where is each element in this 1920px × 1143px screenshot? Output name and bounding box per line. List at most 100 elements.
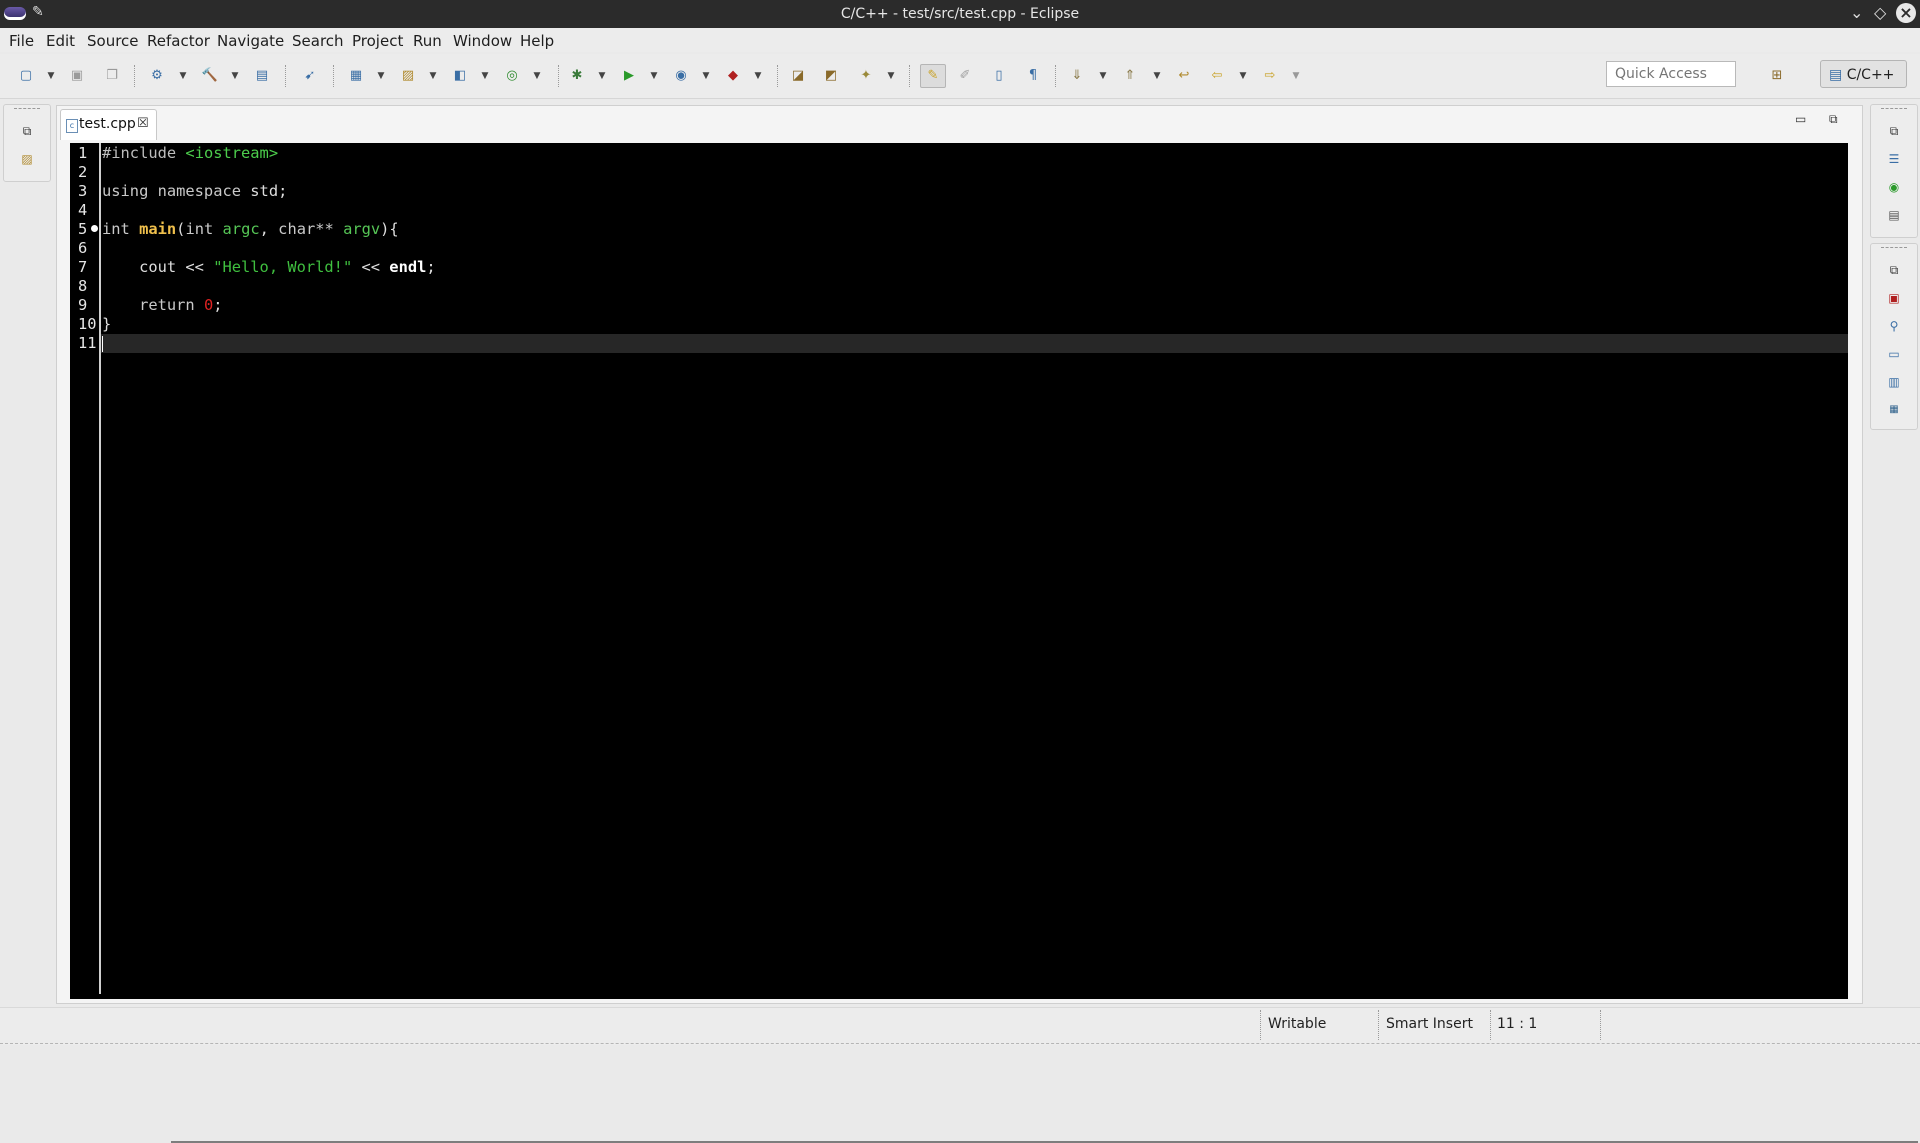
previous-annotation-icon[interactable]: ⇑ bbox=[1121, 68, 1139, 84]
debug-launch-icon[interactable]: ➹ bbox=[301, 68, 319, 84]
fold-marker-icon[interactable] bbox=[91, 225, 98, 232]
status-divider bbox=[1490, 1010, 1491, 1040]
toolbar-separator bbox=[558, 65, 559, 87]
build-all-icon[interactable]: ▤ bbox=[253, 68, 271, 84]
search-view-icon[interactable]: ⚲ bbox=[1886, 318, 1902, 334]
menu-source[interactable]: Source bbox=[87, 32, 139, 50]
menu-search[interactable]: Search bbox=[292, 32, 344, 50]
new-file-dropdown-icon[interactable]: ▼ bbox=[532, 68, 542, 84]
line-number: 11 bbox=[78, 334, 97, 352]
right-trim-stack-top: ⧉ ☰ ◉ ▤ bbox=[1870, 104, 1918, 238]
window-titlebar: ✎ C/C++ - test/src/test.cpp - Eclipse ⌄ … bbox=[0, 0, 1920, 28]
menu-edit[interactable]: Edit bbox=[46, 32, 75, 50]
menu-run[interactable]: Run bbox=[413, 32, 442, 50]
save-icon[interactable]: ▣ bbox=[68, 68, 86, 84]
minimize-icon[interactable]: ⌄ bbox=[1850, 3, 1863, 23]
status-writable: Writable bbox=[1268, 1016, 1327, 1032]
build-config-dropdown-icon[interactable]: ▼ bbox=[178, 68, 188, 84]
problems-icon[interactable]: ▣ bbox=[1886, 290, 1902, 306]
text-cursor bbox=[102, 336, 103, 352]
debug-icon[interactable]: ✱ bbox=[568, 68, 586, 84]
menu-help[interactable]: Help bbox=[520, 32, 554, 50]
code-text: using namespace std; bbox=[102, 182, 288, 200]
make-target-icon[interactable]: ◉ bbox=[1886, 179, 1902, 195]
new-folder-icon[interactable]: ▨ bbox=[399, 68, 417, 84]
run-icon[interactable]: ▶ bbox=[620, 68, 638, 84]
menu-project[interactable]: Project bbox=[352, 32, 403, 50]
show-whitespace-icon[interactable]: ¶ bbox=[1024, 68, 1042, 84]
debug-dropdown-icon[interactable]: ▼ bbox=[597, 68, 607, 84]
build-dropdown-icon[interactable]: ▼ bbox=[230, 68, 240, 84]
line-number: 3 bbox=[78, 182, 88, 200]
new-icon[interactable]: ▢ bbox=[17, 68, 35, 84]
close-icon[interactable]: × bbox=[1896, 3, 1916, 23]
menu-refactor[interactable]: Refactor bbox=[147, 32, 210, 50]
current-line-highlight bbox=[101, 334, 1848, 353]
window-title: C/C++ - test/src/test.cpp - Eclipse bbox=[840, 6, 1080, 22]
project-explorer-icon[interactable]: ▨ bbox=[19, 151, 35, 167]
back-icon[interactable]: ⇦ bbox=[1208, 68, 1226, 84]
console-icon[interactable]: ▭ bbox=[1886, 346, 1902, 362]
maximize-editor-icon[interactable]: ⧉ bbox=[1829, 112, 1838, 127]
build-hammer-icon[interactable]: 🔨 bbox=[201, 68, 219, 84]
new-file-icon[interactable]: ◎ bbox=[503, 68, 521, 84]
new-cpp-project-icon[interactable]: ▦ bbox=[347, 68, 365, 84]
memory-icon[interactable]: ▦ bbox=[1886, 402, 1902, 418]
menu-file[interactable]: File bbox=[9, 32, 34, 50]
back-dropdown-icon[interactable]: ▼ bbox=[1238, 68, 1248, 84]
search-dropdown-icon[interactable]: ▼ bbox=[886, 68, 896, 84]
minimize-editor-icon[interactable]: ▭ bbox=[1795, 112, 1806, 126]
code-editor[interactable]: 1 #include <iostream> 2 3 using namespace st… bbox=[70, 143, 1918, 1143]
restore-icon[interactable]: ⧉ bbox=[1886, 262, 1902, 278]
highlight-toggle-icon[interactable]: ✎ bbox=[920, 64, 946, 88]
line-number: 10 bbox=[78, 315, 97, 333]
coverage-dropdown-icon[interactable]: ▼ bbox=[701, 68, 711, 84]
new-class-icon[interactable]: ◧ bbox=[451, 68, 469, 84]
maximize-icon[interactable]: ◇ bbox=[1874, 3, 1886, 23]
menu-window[interactable]: Window bbox=[453, 32, 512, 50]
mark-occurrences-icon[interactable]: ✐ bbox=[956, 68, 974, 84]
last-edit-location-icon[interactable]: ↩ bbox=[1175, 68, 1193, 84]
perspective-cpp-button[interactable]: ▤ C/C++ bbox=[1820, 60, 1907, 88]
line-number: 4 bbox=[78, 201, 88, 219]
open-perspective-icon[interactable]: ⊞ bbox=[1768, 68, 1786, 84]
line-number: 6 bbox=[78, 239, 88, 257]
properties-icon[interactable]: ▥ bbox=[1886, 374, 1902, 390]
line-number: 5 bbox=[78, 220, 88, 238]
quick-access-input[interactable] bbox=[1606, 61, 1736, 87]
open-element-icon[interactable]: ◩ bbox=[822, 68, 840, 84]
status-divider bbox=[1600, 1010, 1601, 1040]
editor-tab-test-cpp[interactable]: c test.cpp ☒ bbox=[60, 109, 157, 140]
status-bar: Writable Smart Insert 11 : 1 bbox=[0, 1007, 1920, 1045]
trim-grip bbox=[1881, 247, 1907, 248]
close-tab-icon[interactable]: ☒ bbox=[137, 116, 149, 131]
previous-annotation-dropdown-icon[interactable]: ▼ bbox=[1152, 68, 1162, 84]
new-project-dropdown-icon[interactable]: ▼ bbox=[376, 68, 386, 84]
run-dropdown-icon[interactable]: ▼ bbox=[649, 68, 659, 84]
save-all-icon[interactable]: ❐ bbox=[103, 68, 121, 84]
line-number: 2 bbox=[78, 163, 88, 181]
block-selection-icon[interactable]: ▯ bbox=[990, 68, 1008, 84]
menu-navigate[interactable]: Navigate bbox=[217, 32, 284, 50]
forward-dropdown-icon[interactable]: ▼ bbox=[1291, 68, 1301, 84]
menu-bar: File Edit Source Refactor Navigate Searc… bbox=[0, 28, 1920, 52]
restore-icon[interactable]: ⧉ bbox=[1886, 123, 1902, 139]
trim-grip bbox=[1881, 108, 1907, 109]
next-annotation-icon[interactable]: ⇓ bbox=[1068, 68, 1086, 84]
code-text: int main(int argc, char** argv){ bbox=[102, 220, 399, 238]
coverage-icon[interactable]: ◉ bbox=[672, 68, 690, 84]
restore-icon[interactable]: ⧉ bbox=[19, 123, 35, 139]
search-icon[interactable]: ✦ bbox=[857, 68, 875, 84]
external-tools-dropdown-icon[interactable]: ▼ bbox=[753, 68, 763, 84]
new-dropdown-icon[interactable]: ▼ bbox=[46, 68, 56, 84]
external-tools-icon[interactable]: ◆ bbox=[724, 68, 742, 84]
task-list-icon[interactable]: ▤ bbox=[1886, 207, 1902, 223]
forward-icon[interactable]: ⇨ bbox=[1261, 68, 1279, 84]
new-folder-dropdown-icon[interactable]: ▼ bbox=[428, 68, 438, 84]
outline-icon[interactable]: ☰ bbox=[1886, 151, 1902, 167]
build-config-icon[interactable]: ⚙ bbox=[148, 68, 166, 84]
next-annotation-dropdown-icon[interactable]: ▼ bbox=[1098, 68, 1108, 84]
status-divider bbox=[1260, 1010, 1261, 1040]
new-class-dropdown-icon[interactable]: ▼ bbox=[480, 68, 490, 84]
open-type-icon[interactable]: ◪ bbox=[789, 68, 807, 84]
